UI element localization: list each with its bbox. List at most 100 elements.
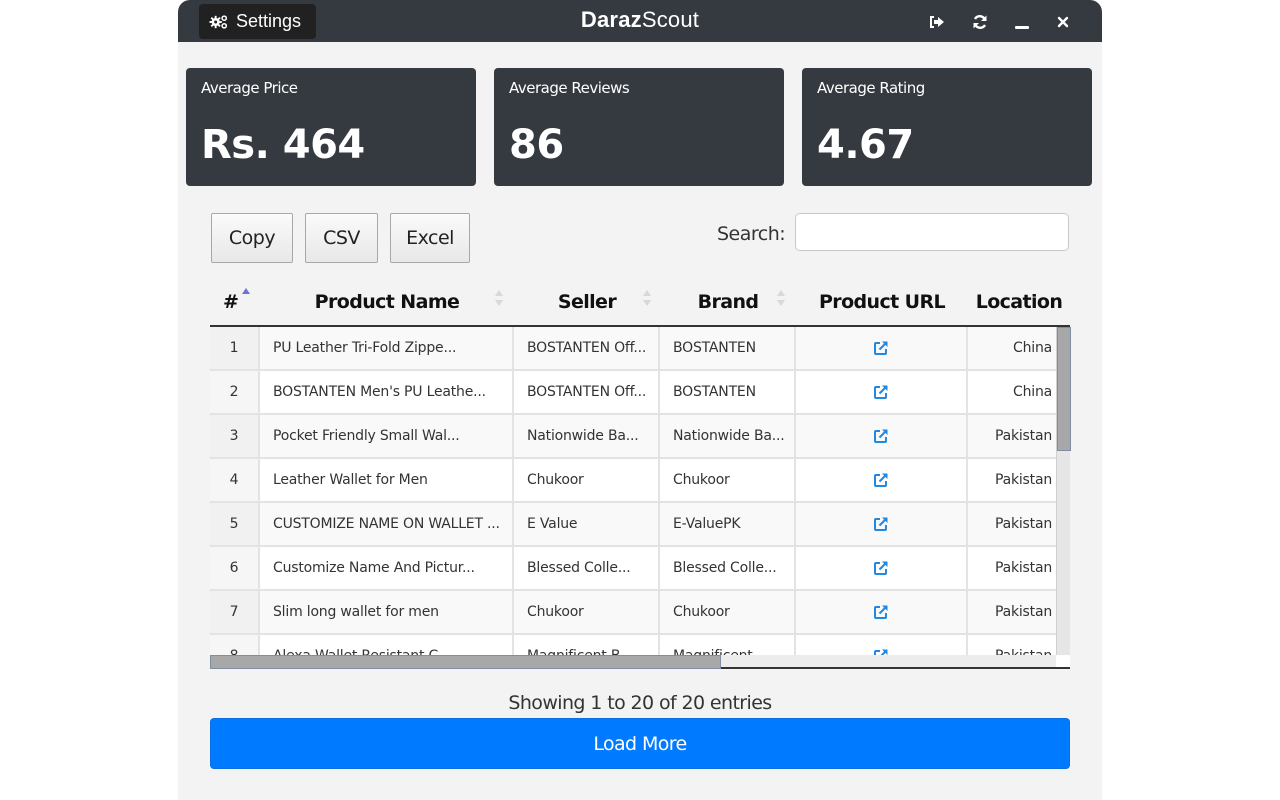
cell-product-name: Pocket Friendly Small Wal... xyxy=(260,415,514,457)
cell-brand: Magnificent xyxy=(660,635,796,655)
cell-product-url xyxy=(796,547,968,589)
cell-product-url xyxy=(796,459,968,501)
table-row[interactable]: 1 PU Leather Tri-Fold Zippe... BOSTANTEN… xyxy=(210,327,1056,371)
cell-brand: Blessed Colle... xyxy=(660,547,796,589)
stats-cards: Average Price Rs. 464 Average Reviews 86… xyxy=(186,68,1093,186)
excel-button[interactable]: Excel xyxy=(390,213,470,263)
external-link-icon[interactable] xyxy=(873,472,889,488)
logout-button[interactable] xyxy=(926,11,948,33)
cell-product-url xyxy=(796,415,968,457)
horizontal-scrollbar[interactable] xyxy=(210,655,1056,669)
cell-product-name: BOSTANTEN Men's PU Leathe... xyxy=(260,371,514,413)
cell-product-name: PU Leather Tri-Fold Zippe... xyxy=(260,327,514,369)
stat-value: 86 xyxy=(509,122,564,168)
minimize-icon xyxy=(1015,26,1029,29)
cell-location: China xyxy=(1013,384,1052,400)
table-row[interactable]: 5 CUSTOMIZE NAME ON WALLET ... E Value E… xyxy=(210,503,1056,547)
refresh-button[interactable] xyxy=(969,11,991,33)
cell-seller: BOSTANTEN Off... xyxy=(514,371,660,413)
cell-location: Pakistan xyxy=(968,635,1056,655)
horizontal-scrollbar-thumb[interactable] xyxy=(210,655,721,669)
cell-number: 4 xyxy=(210,459,260,501)
minimize-button[interactable] xyxy=(1011,11,1033,33)
cell-number: 1 xyxy=(210,327,260,369)
table-row[interactable]: 8 Alexa Wallet Resistant C... Magnificen… xyxy=(210,635,1056,655)
stat-card-average-reviews: Average Reviews 86 xyxy=(494,68,784,186)
column-header-number[interactable]: # xyxy=(210,278,260,326)
column-label: Brand xyxy=(697,291,759,313)
csv-button[interactable]: CSV xyxy=(305,213,378,263)
column-header-seller[interactable]: Seller xyxy=(514,278,660,326)
sort-icon xyxy=(495,290,503,306)
cell-location: Pakistan xyxy=(994,428,1052,444)
column-label: Location xyxy=(975,291,1063,313)
stat-value: 4.67 xyxy=(817,122,914,168)
stat-value: Rs. 464 xyxy=(201,122,365,168)
stat-card-average-rating: Average Rating 4.67 xyxy=(802,68,1092,186)
copy-button[interactable]: Copy xyxy=(211,213,293,263)
sort-icon xyxy=(643,290,651,306)
external-link-icon[interactable] xyxy=(873,604,889,620)
cell-product-url xyxy=(796,503,968,545)
cell-location: Pakistan xyxy=(994,516,1052,532)
scrollbar-corner xyxy=(1056,655,1070,669)
cell-product-name: CUSTOMIZE NAME ON WALLET ... xyxy=(260,503,514,545)
cell-seller: Chukoor xyxy=(514,459,660,501)
table-info: Showing 1 to 20 of 20 entries xyxy=(508,692,772,714)
table-row[interactable]: 2 BOSTANTEN Men's PU Leathe... BOSTANTEN… xyxy=(210,371,1056,415)
table-row[interactable]: 4 Leather Wallet for Men Chukoor Chukoor… xyxy=(210,459,1056,503)
stat-label: Average Price xyxy=(201,79,298,97)
cell-location: Pakistan xyxy=(994,472,1052,488)
cell-brand: BOSTANTEN xyxy=(660,371,796,413)
column-label: Product URL xyxy=(818,291,946,313)
app-title-light: Scout xyxy=(641,7,700,32)
cell-number: 5 xyxy=(210,503,260,545)
cell-location: Pakistan xyxy=(994,604,1052,620)
vertical-scrollbar-thumb[interactable] xyxy=(1057,327,1071,451)
table-row[interactable]: 6 Customize Name And Pictur... Blessed C… xyxy=(210,547,1056,591)
cell-product-name: Customize Name And Pictur... xyxy=(260,547,514,589)
cell-product-name: Slim long wallet for men xyxy=(260,591,514,633)
column-header-product-name[interactable]: Product Name xyxy=(260,278,514,326)
cell-seller: Nationwide Ba... xyxy=(514,415,660,457)
cell-product-url xyxy=(796,635,968,655)
cell-product-url xyxy=(796,327,968,369)
column-label: # xyxy=(223,291,239,313)
close-button[interactable] xyxy=(1052,11,1074,33)
cell-product-name: Leather Wallet for Men xyxy=(260,459,514,501)
cell-number: 8 xyxy=(210,635,260,655)
cell-number: 3 xyxy=(210,415,260,457)
sort-icon xyxy=(777,290,785,306)
cell-seller: Chukoor xyxy=(514,591,660,633)
column-header-brand[interactable]: Brand xyxy=(660,278,796,326)
external-link-icon[interactable] xyxy=(873,648,889,655)
external-link-icon[interactable] xyxy=(873,428,889,444)
column-header-location[interactable]: Location xyxy=(968,278,1070,326)
refresh-icon xyxy=(973,15,987,29)
external-link-icon[interactable] xyxy=(873,384,889,400)
app-title-bold: Daraz xyxy=(580,7,642,32)
app-window: Settings DarazScout Average Price Rs. 46… xyxy=(178,0,1102,800)
column-label: Seller xyxy=(557,291,617,313)
load-more-button[interactable]: Load More xyxy=(210,718,1070,769)
cell-seller: Blessed Colle... xyxy=(514,547,660,589)
table-row[interactable]: 7 Slim long wallet for men Chukoor Chuko… xyxy=(210,591,1056,635)
table-header: # Product Name Seller Brand Product URL xyxy=(210,278,1070,326)
cell-brand: E-ValuePK xyxy=(660,503,796,545)
cell-product-name: Alexa Wallet Resistant C... xyxy=(260,635,514,655)
search-input[interactable] xyxy=(795,213,1069,251)
external-link-icon[interactable] xyxy=(873,560,889,576)
cell-brand: Chukoor xyxy=(660,591,796,633)
external-link-icon[interactable] xyxy=(873,516,889,532)
cell-brand: Chukoor xyxy=(660,459,796,501)
cell-number: 6 xyxy=(210,547,260,589)
vertical-scrollbar[interactable] xyxy=(1056,327,1071,655)
search-label: Search: xyxy=(717,223,786,245)
external-link-icon[interactable] xyxy=(873,340,889,356)
stat-label: Average Rating xyxy=(817,79,925,97)
column-header-product-url[interactable]: Product URL xyxy=(796,278,968,326)
cell-number: 7 xyxy=(210,591,260,633)
column-label: Product Name xyxy=(314,291,460,313)
title-bar: Settings DarazScout xyxy=(178,0,1102,42)
table-row[interactable]: 3 Pocket Friendly Small Wal... Nationwid… xyxy=(210,415,1056,459)
